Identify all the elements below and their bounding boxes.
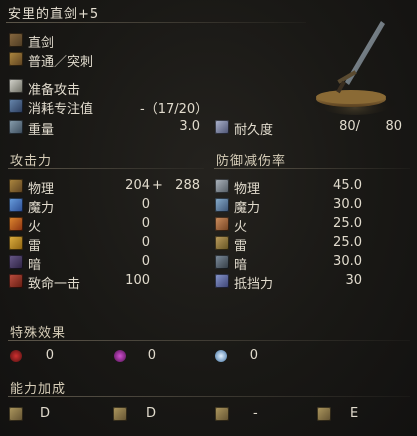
defense-label-dark: 暗 [234,258,248,273]
durability-icon [215,120,229,134]
frost-icon [215,350,227,362]
dexterity-icon [113,407,127,421]
bleed-icon [10,350,22,362]
scaling-value-dexterity: D [146,406,157,421]
weight-label: 重量 [28,123,55,138]
poison-icon [114,350,126,362]
physical-attack-icon [9,179,23,193]
attack-value-physical: 204 [125,178,150,193]
critical-icon [9,274,23,288]
straight-sword-icon [310,21,400,115]
defense-label-fire: 火 [234,220,248,235]
item-title: 安里的直剑+5 [8,7,100,22]
attack-label-magic: 魔力 [28,201,55,216]
attack-value-fire: 0 [141,216,150,231]
attack-value-lightning: 0 [141,235,150,250]
faith-icon [317,407,331,421]
attack-label-fire: 火 [28,220,42,235]
defense-label-lightning: 雷 [234,239,248,254]
fp-icon [9,99,23,113]
attack-value-magic: 0 [141,197,150,212]
defense-label-magic: 魔力 [234,201,261,216]
fp-cost-value: -（17/20） [140,102,209,117]
defense-label-stability: 抵挡力 [234,277,274,292]
attack-power-header: 攻击力 [10,154,53,169]
lightning-attack-icon [9,236,23,250]
lightning-defense-icon [215,236,229,250]
attack-plus-sign: + [152,178,163,193]
defense-value-dark: 30.0 [333,254,362,269]
physical-defense-icon [215,179,229,193]
magic-attack-icon [9,198,23,212]
attack-bonus-physical: 288 [175,178,200,193]
attack-type-icon [9,52,23,66]
fp-cost-label: 消耗专注值 [28,102,94,117]
defense-value-fire: 25.0 [333,216,362,231]
defense-header-divider [214,168,410,169]
dark-attack-icon [9,255,23,269]
attack-type: 普通／突刺 [28,55,94,70]
special-effects-header: 特殊效果 [10,326,67,341]
defense-label-physical: 物理 [234,182,261,197]
scaling-value-faith: E [350,406,359,421]
attack-value-dark: 0 [141,254,150,269]
fire-defense-icon [215,217,229,231]
weight-icon [9,120,23,134]
attack-label-physical: 物理 [28,182,55,197]
weapon-type-icon [9,33,23,47]
durability-max: 80 [385,119,402,134]
skill-icon [9,79,23,93]
fire-attack-icon [9,217,23,231]
weapon-skill: 准备攻击 [28,83,81,98]
title-divider [6,22,306,23]
scaling-header-divider [8,396,410,397]
special-header-divider [8,340,410,341]
damage-negation-header: 防御减伤率 [216,154,287,169]
special-value-poison: 0 [147,348,156,363]
intelligence-icon [215,407,229,421]
special-value-frost: 0 [249,348,258,363]
attribute-scaling-header: 能力加成 [10,382,67,397]
weight-value: 3.0 [179,119,200,134]
defense-value-stability: 30 [345,273,362,288]
attack-label-lightning: 雷 [28,239,42,254]
defense-value-physical: 45.0 [333,178,362,193]
special-value-bleed: 0 [45,348,54,363]
attack-label-dark: 暗 [28,258,42,273]
strength-icon [9,407,23,421]
defense-value-magic: 30.0 [333,197,362,212]
defense-value-lightning: 25.0 [333,235,362,250]
durability-label: 耐久度 [234,123,274,138]
item-detail-panel: 安里的直剑+5 直剑 普通／突刺 准备攻击 消耗专注值 -（17/20） 重量 … [0,0,417,436]
dark-defense-icon [215,255,229,269]
attack-header-divider [8,168,204,169]
stability-icon [215,274,229,288]
magic-defense-icon [215,198,229,212]
attack-label-critical: 致命一击 [28,277,81,292]
scaling-value-strength: D [40,406,51,421]
scaling-value-intelligence: - [253,406,258,421]
weapon-category: 直剑 [28,36,55,51]
durability-current: 80/ [339,119,360,134]
attack-value-critical: 100 [125,273,150,288]
